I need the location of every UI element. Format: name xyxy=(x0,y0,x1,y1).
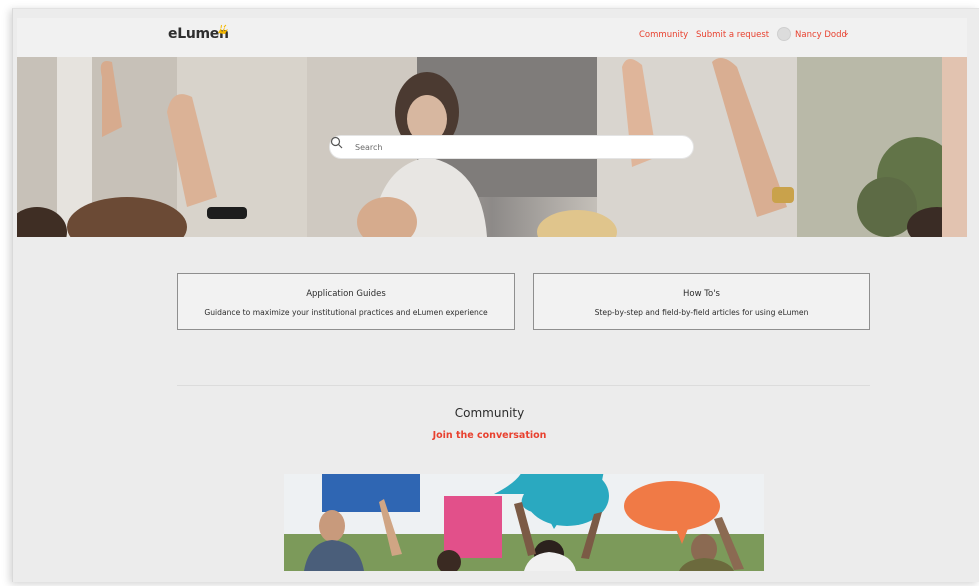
nav-link-submit-request[interactable]: Submit a request xyxy=(696,30,769,40)
logo-star-icon xyxy=(218,24,228,34)
community-banner-image[interactable] xyxy=(284,474,764,571)
user-menu-name[interactable]: Nancy Dodd xyxy=(795,30,847,40)
hero-banner xyxy=(17,57,967,237)
category-card-how-tos[interactable]: How To's Step-by-step and field-by-field… xyxy=(533,273,870,330)
chevron-down-icon[interactable]: ⌄ xyxy=(843,28,850,37)
nav-link-community[interactable]: Community xyxy=(639,30,688,40)
section-divider xyxy=(177,385,870,386)
community-heading: Community xyxy=(454,406,525,420)
community-people-illustration xyxy=(284,474,764,571)
community-join-link[interactable]: Join the conversation xyxy=(0,430,979,441)
user-avatar-icon[interactable] xyxy=(777,27,791,41)
card-description: Step-by-step and field-by-field articles… xyxy=(594,308,809,317)
search-bar[interactable] xyxy=(329,135,694,159)
category-card-application-guides[interactable]: Application Guides Guidance to maximize … xyxy=(177,273,515,330)
card-title: How To's xyxy=(683,289,720,299)
card-title: Application Guides xyxy=(306,289,386,299)
search-icon xyxy=(330,136,343,149)
search-input[interactable] xyxy=(355,139,685,156)
card-description: Guidance to maximize your institutional … xyxy=(204,308,488,317)
top-navigation-bar: eLumen Community Submit a request Nancy … xyxy=(17,18,967,57)
